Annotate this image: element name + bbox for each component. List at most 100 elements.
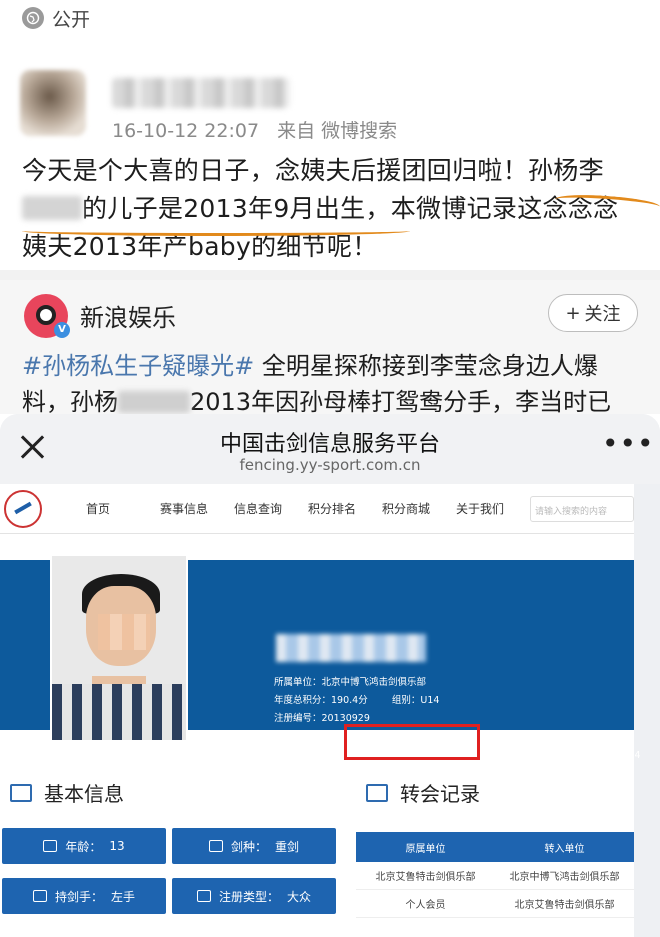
nav-item-about[interactable]: 关于我们 bbox=[456, 500, 530, 517]
avatar[interactable] bbox=[20, 70, 86, 136]
gender-stat: 性别： 男 bbox=[274, 748, 336, 762]
height-value: 155cm bbox=[540, 749, 574, 761]
user-icon bbox=[196, 890, 211, 902]
blurred-name bbox=[22, 196, 82, 220]
browser-url: fencing.yy-sport.com.cn bbox=[239, 456, 421, 474]
gender-label: 性别： bbox=[292, 751, 321, 762]
unit-row: 所属单位：北京中博飞鸿击剑俱乐部 bbox=[274, 674, 439, 692]
basic-info-header: 基本信息 bbox=[10, 778, 124, 807]
unit-label: 所属单位： bbox=[274, 677, 322, 688]
weight-value: 4 bbox=[634, 749, 641, 761]
hashtag-link[interactable]: #孙杨私生子疑曝光# bbox=[22, 352, 254, 380]
globe-icon bbox=[22, 7, 44, 29]
reg-type-value: 大众 bbox=[287, 889, 312, 904]
table-cell: 个人会员 bbox=[405, 900, 446, 911]
hand-value: 左手 bbox=[111, 889, 136, 904]
table-cell: 北京艾鲁特击剑俱乐部 bbox=[375, 872, 476, 883]
post-line: 今天是个大喜的日子，念姨夫后援团回归啦！孙杨李 bbox=[22, 156, 604, 185]
table-cell: 北京中博飞鸿击剑俱乐部 bbox=[509, 872, 620, 883]
photo-mosaic bbox=[98, 614, 150, 650]
transfer-table: 原属单位 转入单位 北京艾鲁特击剑俱乐部 北京中博飞鸿击剑俱乐部 个人会员 北京… bbox=[356, 832, 634, 918]
hand-button[interactable]: 持剑手： 左手 bbox=[2, 878, 166, 914]
more-icon[interactable]: ••• bbox=[602, 430, 655, 458]
nav-menu: 首页 赛事信息 信息查询 积分排名 积分商城 关于我们 bbox=[86, 500, 530, 517]
gender-icon bbox=[274, 749, 286, 761]
follow-button[interactable]: + 关注 bbox=[548, 294, 638, 332]
post-meta: 16-10-12 22:07 来自 微博搜索 bbox=[112, 116, 397, 143]
score-row: 年度总积分：190.4分 组别：U14 bbox=[274, 692, 439, 710]
weibo-post: 公开 16-10-12 22:07 来自 微博搜索 今天是个大喜的日子，念姨夫后… bbox=[0, 0, 660, 414]
post-line-text: 的儿子是2013年9月出生，本微博记录这念念念 bbox=[82, 194, 619, 223]
repost-account-name[interactable]: 新浪娱乐 bbox=[80, 298, 176, 333]
age-label: 年龄： bbox=[65, 839, 102, 854]
weapon-value: 重剑 bbox=[275, 839, 300, 854]
photo-shirt bbox=[52, 684, 186, 740]
athlete-info: 所属单位：北京中博飞鸿击剑俱乐部 年度总积分：190.4分 组别：U14 注册编… bbox=[274, 674, 439, 728]
reg-type-label: 注册类型： bbox=[218, 889, 279, 904]
repost-body: #孙杨私生子疑曝光# 全明星探称接到李莹念身边人爆 料，孙杨 2013年因孙母棒打… bbox=[22, 348, 652, 414]
weapon-button[interactable]: 剑种： 重剑 bbox=[172, 828, 336, 864]
repost-line-text: 全明星探称接到李莹念身边人爆 bbox=[261, 352, 598, 380]
plus-icon: + bbox=[565, 302, 581, 324]
repost-line: #孙杨私生子疑曝光# 全明星探称接到李莹念身边人爆 bbox=[22, 348, 652, 384]
site-logo[interactable] bbox=[4, 490, 42, 528]
gender-value: 男 bbox=[326, 751, 337, 762]
annotation-underline bbox=[22, 226, 410, 236]
repost-line-text: 料，孙杨 bbox=[22, 388, 118, 414]
id-card-icon bbox=[10, 783, 32, 802]
cake-icon bbox=[43, 840, 58, 852]
post-source[interactable]: 来自 微博搜索 bbox=[277, 120, 397, 142]
repost-line: 料，孙杨 2013年因孙母棒打鸳鸯分手，李当时已 bbox=[22, 384, 652, 414]
age-button[interactable]: 年龄： 13 bbox=[2, 828, 166, 864]
weight-label: 体重： bbox=[600, 751, 629, 762]
sina-ent-logo[interactable]: V bbox=[24, 294, 70, 338]
reg-value: 20130929 bbox=[321, 713, 370, 724]
eye-icon bbox=[36, 305, 56, 325]
reg-type-button[interactable]: 注册类型： 大众 bbox=[172, 878, 336, 914]
column-header: 转入单位 bbox=[544, 843, 585, 855]
nav-item-events[interactable]: 赛事信息 bbox=[160, 500, 234, 517]
transfer-title: 转会记录 bbox=[400, 782, 480, 806]
column-header: 原属单位 bbox=[405, 843, 446, 855]
fencing-site: 首页 赛事信息 信息查询 积分排名 积分商城 关于我们 请输入搜索的内容 所属单… bbox=[0, 484, 641, 937]
score-value: 190.4分 bbox=[331, 695, 368, 706]
verified-icon: V bbox=[54, 322, 70, 338]
follow-label: 关注 bbox=[584, 304, 621, 325]
repost-card[interactable]: V 新浪娱乐 + 关注 #孙杨私生子疑曝光# 全明星探称接到李莹念身边人爆 料，… bbox=[0, 280, 660, 414]
age-value: 13 bbox=[109, 839, 125, 853]
browser-header: 中国击剑信息服务平台 fencing.yy-sport.com.cn ••• bbox=[0, 414, 660, 484]
athlete-photo bbox=[50, 554, 188, 742]
group-label: 组别： bbox=[391, 695, 421, 706]
hand-label: 持剑手： bbox=[54, 889, 103, 904]
visibility-label: 公开 bbox=[52, 8, 91, 31]
visibility-row: 公开 bbox=[22, 4, 90, 32]
post-body: 今天是个大喜的日子，念姨夫后援团回归啦！孙杨李 的儿子是2013年9月出生，本微… bbox=[22, 152, 648, 266]
crossed-swords-icon bbox=[32, 890, 47, 902]
nav-item-query[interactable]: 信息查询 bbox=[234, 500, 308, 517]
table-row: 个人会员 北京艾鲁特击剑俱乐部 bbox=[356, 890, 634, 918]
repost-line-text: 2013年因孙母棒打鸳鸯分手，李当时已 bbox=[190, 388, 612, 414]
browser-title: 中国击剑信息服务平台 bbox=[219, 432, 440, 457]
athlete-name-blurred bbox=[276, 634, 426, 662]
post-line: 的儿子是2013年9月出生，本微博记录这念念念 bbox=[22, 190, 648, 228]
post-time: 16-10-12 22:07 bbox=[112, 120, 260, 142]
username-blurred[interactable] bbox=[112, 78, 290, 108]
score-label: 年度总积分： bbox=[274, 695, 332, 706]
site-navbar: 首页 赛事信息 信息查询 积分排名 积分商城 关于我们 请输入搜索的内容 bbox=[0, 484, 634, 534]
ruler-icon bbox=[488, 749, 500, 761]
weapon-label: 剑种： bbox=[230, 839, 267, 854]
in-app-browser: 中国击剑信息服务平台 fencing.yy-sport.com.cn ••• 首… bbox=[0, 414, 660, 937]
scale-icon bbox=[582, 749, 594, 761]
nav-item-mall[interactable]: 积分商城 bbox=[382, 500, 456, 517]
search-input[interactable]: 请输入搜索的内容 bbox=[530, 496, 634, 522]
nav-item-home[interactable]: 首页 bbox=[86, 500, 160, 517]
table-header: 原属单位 转入单位 bbox=[356, 832, 634, 862]
group-value: U14 bbox=[420, 695, 440, 706]
height-label: 身高： bbox=[506, 751, 535, 762]
basic-info-title: 基本信息 bbox=[44, 782, 124, 806]
table-row: 北京艾鲁特击剑俱乐部 北京中博飞鸿击剑俱乐部 bbox=[356, 862, 634, 890]
nav-item-ranking[interactable]: 积分排名 bbox=[308, 500, 382, 517]
transfer-icon bbox=[366, 783, 388, 802]
unit-value: 北京中博飞鸿击剑俱乐部 bbox=[321, 677, 427, 688]
reg-label: 注册编号： bbox=[274, 713, 322, 724]
